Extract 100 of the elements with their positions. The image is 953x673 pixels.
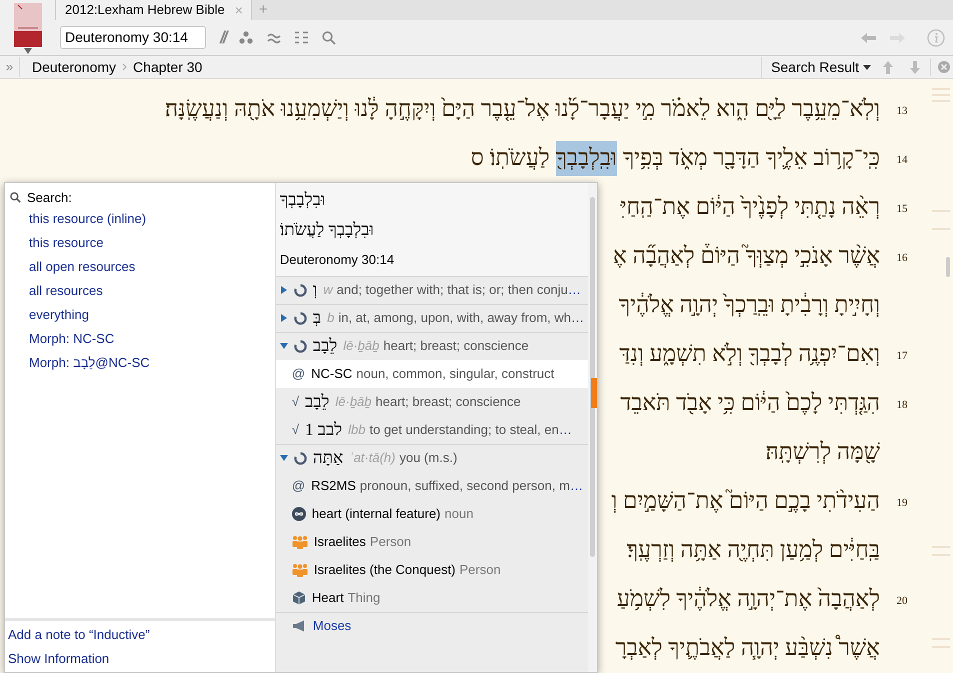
up-arrow-icon[interactable] — [883, 60, 893, 74]
expanded-caret-icon[interactable] — [280, 454, 288, 462]
verse-number: 20 — [896, 594, 908, 607]
morphology-row[interactable]: @ NC-SC noun, common, singular, construct — [276, 360, 588, 388]
hebrew-lemma: אַתָּה — [312, 447, 344, 470]
verse-number: 16 — [896, 252, 908, 264]
verse-text: אֲשֶׁר֩ נִשְׁבַּ֨ע יְהוָ֧ה לַאֲבֹתֶ֛יךָ לְאַבְרָ — [615, 634, 880, 662]
more-ellipsis[interactable]: … — [570, 476, 583, 496]
gloss-text: you (m.s.) — [399, 449, 458, 468]
transliteration: lbb — [348, 420, 366, 439]
hebrew-root: לבב 1 — [305, 418, 342, 441]
verse-text: אֲשֶׁ֨ר אָנֹכִ֣י מְצַוְּךָ֮ הַיּוֹם֒ לְאַהֲבָ֞ה אֶ — [613, 242, 880, 270]
headword: וּבִלְבָבְךָ — [280, 189, 326, 211]
search-option[interactable]: Morph: לֵבָב@NC-SC — [5, 351, 150, 375]
verse-number: 14 — [896, 154, 908, 166]
breadcrumb-link[interactable]: Deuteronomy — [32, 56, 116, 78]
entry-name: Heart — [312, 588, 344, 607]
search-option[interactable]: all resources — [5, 279, 103, 303]
scrollbar-track[interactable] — [588, 183, 597, 672]
verse-number: 19 — [896, 496, 908, 509]
transliteration: b — [327, 309, 334, 328]
search-option[interactable]: all open resources — [5, 255, 136, 279]
dots-icon[interactable] — [239, 31, 254, 44]
search-option[interactable]: everything — [5, 303, 89, 327]
gloss-text: and; together with; that is; or; then conju — [336, 281, 568, 300]
highlighted-word: וּבִֽלְבָבְךָ֖ — [556, 141, 617, 176]
scrollbar-thumb[interactable] — [590, 197, 595, 557]
caret-icon — [863, 64, 871, 70]
root-sign: √ — [292, 392, 300, 411]
morph-code: NC-SC — [311, 364, 352, 383]
verse-text: בַּֽחַיִּ֔ים לְמַ֥עַן תִּחְיֶ֖ה אַתָּ֥ה וְזַרְעֶֽךָ׃ — [626, 536, 880, 564]
people-group-icon — [292, 534, 308, 548]
search-option[interactable]: this resource — [5, 231, 104, 255]
gloss-text: heart; breast; conscience — [383, 337, 529, 356]
collapsed-caret-icon[interactable] — [280, 286, 288, 294]
book-cover-icon[interactable] — [14, 3, 42, 47]
transliteration: w — [323, 281, 333, 300]
verse-text: וְחָיִ֣יתָ וְרָבִ֔יתָ וּבֵֽרַכְךָ֙ יְהוָ֣ה אֱלֹהֶ֔יךָ — [618, 291, 880, 320]
list-icon[interactable] — [295, 31, 308, 44]
collapsed-caret-icon[interactable] — [280, 314, 288, 322]
selection-marker — [591, 378, 597, 408]
verse-text: לְאַהֲבָה֙ אֶת־יְהוָ֣ה אֱלֹהֶ֔יךָ לִשְׁמֹ֥עַ — [616, 585, 880, 614]
verse-text: הִגַּ֤דְתִּי לָכֶם֙ הַיּ֔וֹם כִּ֥י אָבֹ֖ד תֹּאבֵד — [620, 389, 880, 418]
verse-number: 13 — [896, 104, 908, 117]
search-option[interactable]: Morph: NC-SC — [5, 327, 114, 351]
breadcrumb-link[interactable]: Chapter 30 — [133, 56, 202, 78]
gloss-text: heart; breast; conscience — [376, 392, 521, 411]
entry-name: heart (internal feature) — [312, 504, 441, 523]
verse-number: 18 — [896, 398, 908, 411]
verse-text: לַעֲשֹׂתֽוֹ׃ ס — [470, 144, 550, 172]
section-link[interactable]: Moses — [312, 616, 352, 636]
more-ellipsis[interactable]: … — [558, 420, 572, 440]
hebrew-lemma: וְ — [312, 279, 318, 302]
search-option[interactable]: this resource (inline) — [5, 207, 146, 231]
footer-link[interactable]: Show Information — [5, 647, 110, 671]
transliteration: ʾat·tā(h) — [349, 449, 396, 468]
verse-number: 15 — [896, 202, 908, 215]
transliteration: lē·ḇāḇ — [343, 337, 380, 356]
more-ellipsis[interactable]: … — [571, 308, 584, 328]
transliteration: lē·ḇāḇ — [335, 392, 372, 411]
entry-type: Thing — [348, 588, 380, 607]
verse-number: 17 — [896, 350, 908, 362]
chevron-icon — [122, 63, 128, 71]
entry-name: Israelites (the Conquest) — [314, 560, 456, 579]
morph-code: RS2MS — [311, 476, 356, 495]
infinity-circle-icon — [292, 506, 306, 520]
verse-text: הַעִידֹ֨תִי בָכֶ֣ם הַיּוֹם֮ אֶת־הַשָּׁמַ֣יִם וְ — [611, 487, 880, 516]
gloss-text: noun, common, singular, construct — [356, 364, 554, 383]
footer-link[interactable]: Add a note to “Inductive” — [5, 623, 150, 647]
verse-text: וְלֹֽא־מֵעֵ֥בֶר לַיָּ֖ם הִ֑וא לֵאמֹ֗ר מִ֣י יַעֲבָר־לָ֜נוּ אֶל־עֵ֤בֶר הַיָּם֙ וְיִקָּחֶ֣הָ לָּ֔נוּ וְיַשְׁמִעֵ֥נוּ אֹתָ֖הּ וְנַעֲשֶֽׂנָּה׃ — [164, 95, 880, 124]
search-icon[interactable] — [322, 30, 336, 44]
entry-type: noun — [444, 504, 474, 523]
gloss-text: to get understanding; to steal, en — [369, 420, 559, 439]
hebrew-root: לֵבָב — [305, 390, 330, 413]
search-label: Search: — [27, 188, 72, 207]
people-group-icon — [292, 562, 308, 576]
more-ellipsis[interactable]: … — [568, 280, 581, 300]
verse-text: רְאֵ֨ה נָתַ֤תִּי לְפָנֶ֙יךָ֙ הַיּ֔וֹם אֶת־הַֽחַיִּ — [620, 193, 880, 222]
search-icon — [10, 192, 21, 203]
gloss-text: pronoun, suffixed, second person, m — [360, 476, 570, 495]
info-icon[interactable] — [927, 28, 945, 46]
tab-title: 2012:Lexham Hebrew Bible — [65, 1, 225, 20]
resource-tab[interactable]: 2012:Lexham Hebrew Bible × — [55, 0, 251, 20]
verse-text: וְאִם־יִפְנֶ֥ה לְבָבְךָ֖ וְלֹ֣א תִשְׁמָ֑ע וְנִדַּ — [619, 340, 880, 368]
hebrew-lemma: לֵבָב — [312, 335, 338, 358]
root-sign: √ — [292, 420, 300, 439]
at-sign: @ — [292, 476, 306, 495]
wavy-lines-icon[interactable] — [267, 32, 282, 44]
hebrew-phrase: וּבִלְבָבְךָ לַעֲשֹׂתוֹ׃ — [280, 218, 374, 240]
expanded-caret-icon[interactable] — [280, 342, 288, 350]
megaphone-icon — [292, 620, 307, 632]
verse-reference: Deuteronomy 30:14 — [280, 251, 394, 269]
entry-type: Person — [370, 532, 412, 551]
entry-name: Israelites — [314, 532, 366, 551]
down-arrow-icon[interactable] — [910, 60, 920, 74]
back-arrow-icon[interactable] — [861, 32, 876, 42]
at-sign: @ — [292, 364, 306, 383]
hebrew-lemma: בְּ — [312, 307, 322, 330]
search-result-dropdown[interactable]: Search Result — [761, 56, 871, 78]
close-icon[interactable] — [938, 61, 950, 73]
